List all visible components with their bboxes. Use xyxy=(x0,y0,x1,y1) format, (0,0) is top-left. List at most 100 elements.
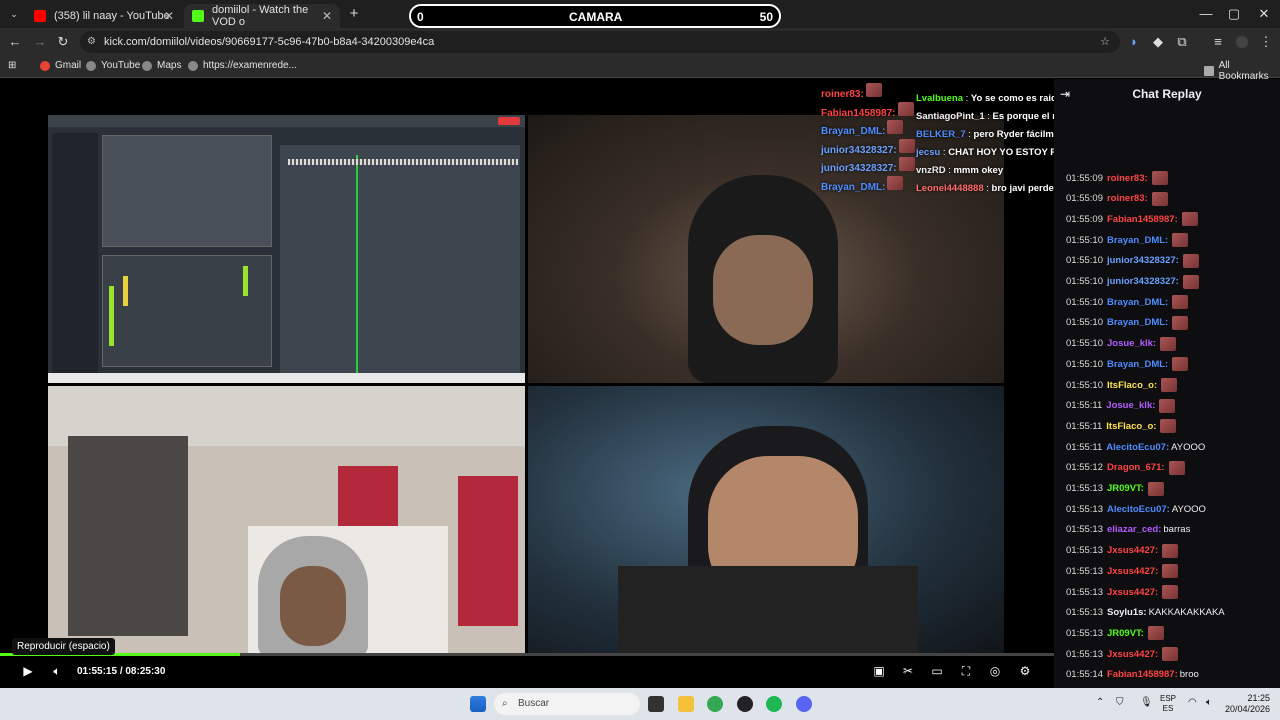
discord-icon[interactable] xyxy=(796,696,812,712)
chat-username[interactable]: JR09VT: xyxy=(1107,483,1144,494)
forward-icon[interactable]: → xyxy=(32,34,48,50)
language-indicator[interactable]: ESP ES xyxy=(1160,694,1176,714)
play-icon[interactable]: ▶ xyxy=(21,664,35,678)
back-icon[interactable]: ← xyxy=(7,34,23,50)
fullscreen-icon[interactable]: ⛶ xyxy=(959,664,973,678)
chat-text: AYOOO xyxy=(1171,503,1206,515)
chat-username[interactable]: Soylu1s: xyxy=(1107,607,1147,618)
close-window-icon[interactable]: ✕ xyxy=(1256,6,1272,22)
menu-kebab-icon[interactable]: ⋮ xyxy=(1258,34,1274,50)
chat-username[interactable]: AlecitoEcu07: xyxy=(1106,442,1169,453)
chat-username[interactable]: Jxsus4427: xyxy=(1107,587,1158,598)
volume-icon[interactable]: 🔈︎ xyxy=(50,664,64,678)
bookmark-maps[interactable]: Maps xyxy=(142,60,181,71)
spotify-icon[interactable] xyxy=(766,696,782,712)
extension-diamond-icon[interactable]: ◆ xyxy=(1150,34,1166,50)
emote-icon xyxy=(1151,171,1168,185)
chat-timestamp: 01:55:13 xyxy=(1066,503,1103,515)
taskbar-clock[interactable]: 21:25 20/04/2026 xyxy=(1225,693,1270,715)
chat-username[interactable]: Josue_klk: xyxy=(1106,400,1155,411)
site-info-icon[interactable]: ⚙ xyxy=(87,31,96,53)
speaker-icon[interactable]: 🔈︎ xyxy=(1206,697,1212,708)
url-field[interactable]: ⚙ kick.com/domiilol/videos/90669177-5c96… xyxy=(80,31,1120,53)
seek-bar[interactable] xyxy=(0,653,1054,656)
windows-start-icon[interactable] xyxy=(470,696,486,712)
chat-username[interactable]: ItsFlaco_o: xyxy=(1107,380,1157,391)
chat-username[interactable]: Fabian1458987: xyxy=(1107,669,1178,680)
bookmark-examenrede[interactable]: https://examenrede... xyxy=(188,60,297,71)
chat-username[interactable]: roiner83: xyxy=(1107,173,1148,184)
overlay-chat-line: vnzRD : mmm okey xyxy=(916,165,1003,176)
chat-message: 01:55:10 Josue_klk: xyxy=(1066,336,1177,352)
overlay-chat-line: Lvalbuena : Yo se como es raider xyxy=(916,93,1066,104)
bookmark-youtube[interactable]: YouTube xyxy=(86,60,140,71)
chat-timestamp: 01:55:13 xyxy=(1066,648,1103,660)
minimize-icon[interactable]: — xyxy=(1198,6,1214,22)
chat-timestamp: 01:55:12 xyxy=(1066,462,1103,474)
task-view-icon[interactable] xyxy=(648,696,664,712)
chat-username[interactable]: junior34328327: xyxy=(1107,255,1179,266)
profile-avatar[interactable] xyxy=(1234,34,1250,50)
chat-username[interactable]: Dragon_671: xyxy=(1107,462,1165,473)
wifi-icon[interactable]: ◠ xyxy=(1188,697,1197,708)
duration: 08:25:30 xyxy=(125,666,166,677)
media-control-icon[interactable]: ≡ xyxy=(1210,34,1226,50)
chat-username[interactable]: ItsFlaco_o: xyxy=(1106,421,1156,432)
file-explorer-icon[interactable] xyxy=(678,696,694,712)
emote-icon xyxy=(898,157,915,171)
chat-timestamp: 01:55:10 xyxy=(1066,317,1103,329)
chat-username[interactable]: Brayan_DML: xyxy=(1107,235,1168,246)
chat-username[interactable]: Brayan_DML: xyxy=(1107,297,1168,308)
speed-icon[interactable]: ◎ xyxy=(988,664,1002,678)
extensions-puzzle-icon[interactable]: ⧉ xyxy=(1174,34,1190,50)
close-tab-icon[interactable]: ✕ xyxy=(164,9,174,23)
reload-icon[interactable]: ↻ xyxy=(55,34,71,50)
tab-youtube[interactable]: (358) lil naay - YouTube ✕ xyxy=(26,4,182,28)
chat-username[interactable]: Jxsus4427: xyxy=(1107,566,1158,577)
settings-gear-icon[interactable]: ⚙ xyxy=(1018,664,1032,678)
chat-timestamp: 01:55:13 xyxy=(1066,607,1103,619)
chat-text: KAKKAKAKKAKA xyxy=(1148,607,1225,619)
clip-icon[interactable]: ✂ xyxy=(901,664,915,678)
new-tab-button[interactable]: + xyxy=(346,6,362,22)
chat-username[interactable]: junior34328327: xyxy=(1107,276,1179,287)
chat-username[interactable]: Brayan_DML: xyxy=(1107,359,1168,370)
bookmark-gmail[interactable]: Gmail xyxy=(40,60,81,71)
bookmark-star-icon[interactable]: ☆ xyxy=(1100,31,1110,53)
maximize-icon[interactable]: ▢ xyxy=(1226,6,1242,22)
chat-username[interactable]: Josue_klk: xyxy=(1107,338,1156,349)
theater-mode-icon[interactable]: ▭ xyxy=(930,664,944,678)
overlay-username: roiner83: xyxy=(821,89,864,100)
chat-username[interactable]: AlecitoEcu07: xyxy=(1107,504,1170,515)
chat-username[interactable]: JR09VT: xyxy=(1107,628,1144,639)
tab-list-icon[interactable]: ⌄ xyxy=(6,6,22,22)
search-placeholder: Buscar xyxy=(518,698,550,709)
close-tab-icon[interactable]: ✕ xyxy=(322,9,332,23)
emote-icon xyxy=(887,120,904,134)
obs-icon[interactable] xyxy=(737,696,753,712)
chat-username[interactable]: eliazar_ced: xyxy=(1107,524,1161,535)
chat-username[interactable]: roiner83: xyxy=(1107,193,1148,204)
tray-mic-icon[interactable]: 🎙︎ xyxy=(1140,697,1153,708)
apps-grid-icon[interactable]: ⊞ xyxy=(8,60,16,71)
extension-icon[interactable]: ◗ xyxy=(1126,34,1142,50)
chat-username[interactable]: Jxsus4427: xyxy=(1107,545,1158,556)
chat-username[interactable]: Fabian1458987: xyxy=(1107,214,1178,225)
video-player[interactable]: roiner83: Fabian1458987: Brayan_DML: junior… xyxy=(0,79,1243,653)
overlay-username: BELKER_7 xyxy=(916,129,966,140)
miniplayer-icon[interactable]: ▣ xyxy=(872,664,886,678)
chat-timestamp: 01:55:14 xyxy=(1066,669,1103,681)
tray-security-icon[interactable]: ⛉ xyxy=(1116,697,1124,708)
chat-username[interactable]: Jxsus4427: xyxy=(1107,649,1158,660)
chat-timestamp: 01:55:11 xyxy=(1066,420,1103,432)
chrome-icon[interactable] xyxy=(707,696,723,712)
lang-primary: ESP xyxy=(1160,694,1177,703)
tray-chevron-icon[interactable]: ⌃ xyxy=(1096,697,1104,708)
taskbar-search[interactable]: ⌕ Buscar xyxy=(494,693,640,715)
current-time: 01:55:15 xyxy=(77,666,118,677)
daw-screen-feed xyxy=(48,115,525,383)
chat-timestamp: 01:55:13 xyxy=(1066,565,1103,577)
tab-kick[interactable]: domiilol - Watch the VOD o ✕ xyxy=(184,4,340,28)
emote-icon xyxy=(1182,253,1199,268)
chat-username[interactable]: Brayan_DML: xyxy=(1107,317,1168,328)
